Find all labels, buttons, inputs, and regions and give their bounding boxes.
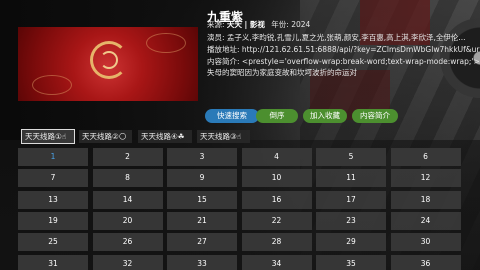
episode-item[interactable]: 21: [167, 211, 237, 230]
tab-line-4[interactable]: 天天线路④☘: [138, 130, 192, 143]
episode-item[interactable]: 17: [316, 190, 386, 209]
episode-item[interactable]: 3: [167, 148, 237, 166]
episode-item[interactable]: 6: [390, 148, 461, 166]
source-value: 天天 | 影视: [226, 20, 265, 29]
episode-item[interactable]: 13: [18, 190, 88, 209]
episode-item[interactable]: 9: [167, 169, 237, 188]
episode-item[interactable]: 10: [241, 169, 312, 188]
description-row: 内容简介: <prestyle='overflow-wrap:break-wor…: [207, 57, 480, 67]
episode-item[interactable]: 11: [316, 169, 386, 188]
episode-item[interactable]: 23: [316, 211, 386, 230]
description-label: 内容简介:: [207, 57, 240, 66]
episode-item[interactable]: 2: [92, 148, 163, 166]
tab-line-1[interactable]: 天天线路①☝: [21, 129, 75, 144]
description-text-1: <prestyle='overflow-wrap:break-word;text…: [241, 57, 480, 66]
episode-item[interactable]: 26: [92, 233, 163, 252]
episode-item[interactable]: 30: [390, 233, 461, 252]
episode-item[interactable]: 36: [390, 254, 461, 270]
episode-item[interactable]: 5: [316, 148, 386, 166]
description-text-2: 失母的窦昭因为家庭变故和坎坷波折的命运对: [207, 68, 357, 77]
description-row-2: 失母的窦昭因为家庭变故和坎坷波折的命运对: [207, 68, 357, 78]
year-label: 年份:: [271, 20, 289, 29]
episode-item[interactable]: 27: [167, 233, 237, 252]
episode-item[interactable]: 28: [241, 233, 312, 252]
quick-search-button[interactable]: 快速搜索: [205, 109, 259, 123]
episode-item[interactable]: 12: [390, 169, 461, 188]
source-row: 来源: 天天 | 影视 年份: 2024: [207, 20, 310, 30]
poster-image: [18, 27, 198, 101]
episode-item[interactable]: 16: [241, 190, 312, 209]
episode-item[interactable]: 19: [18, 211, 88, 230]
year-value: 2024: [291, 20, 311, 29]
tab-line-2[interactable]: 天天线路②🌕: [79, 130, 132, 143]
episode-item[interactable]: 22: [241, 211, 312, 230]
intro-button[interactable]: 内容简介: [352, 109, 398, 123]
episode-item[interactable]: 8: [92, 169, 163, 188]
cast-label: 演员:: [207, 33, 225, 42]
url-value: http://121.62.61.51:6888/api/?key=ZClmsD…: [241, 45, 480, 54]
episode-item[interactable]: 7: [18, 169, 88, 188]
tab-line-3[interactable]: 天天线路③☝: [197, 130, 250, 143]
episode-item[interactable]: 14: [92, 190, 163, 209]
episode-item[interactable]: 1: [18, 148, 88, 166]
cast-row: 演员: 孟子义,李昀锐,孔雪儿,夏之光,张萌,颜安,李百惠,高上淇,李欣泽,全伊…: [207, 33, 466, 43]
url-row: 播放地址: http://121.62.61.51:6888/api/?key=…: [207, 45, 480, 55]
episode-item[interactable]: 18: [390, 190, 461, 209]
episode-item[interactable]: 20: [92, 211, 163, 230]
reverse-order-button[interactable]: 倒序: [256, 109, 298, 123]
add-favorite-button[interactable]: 加入收藏: [303, 109, 347, 123]
episode-item[interactable]: 31: [18, 254, 88, 270]
episode-item[interactable]: 33: [167, 254, 237, 270]
episode-item[interactable]: 15: [167, 190, 237, 209]
episode-item[interactable]: 34: [241, 254, 312, 270]
episode-item[interactable]: 25: [18, 233, 88, 252]
episode-item[interactable]: 35: [316, 254, 386, 270]
source-label: 来源:: [207, 20, 225, 29]
episode-item[interactable]: 32: [92, 254, 163, 270]
episode-item[interactable]: 24: [390, 211, 461, 230]
url-label: 播放地址:: [207, 45, 240, 54]
cast-value: 孟子义,李昀锐,孔雪儿,夏之光,张萌,颜安,李百惠,高上淇,李欣泽,全伊伦...: [226, 33, 466, 42]
episode-item[interactable]: 4: [241, 148, 312, 166]
episode-item[interactable]: 29: [316, 233, 386, 252]
